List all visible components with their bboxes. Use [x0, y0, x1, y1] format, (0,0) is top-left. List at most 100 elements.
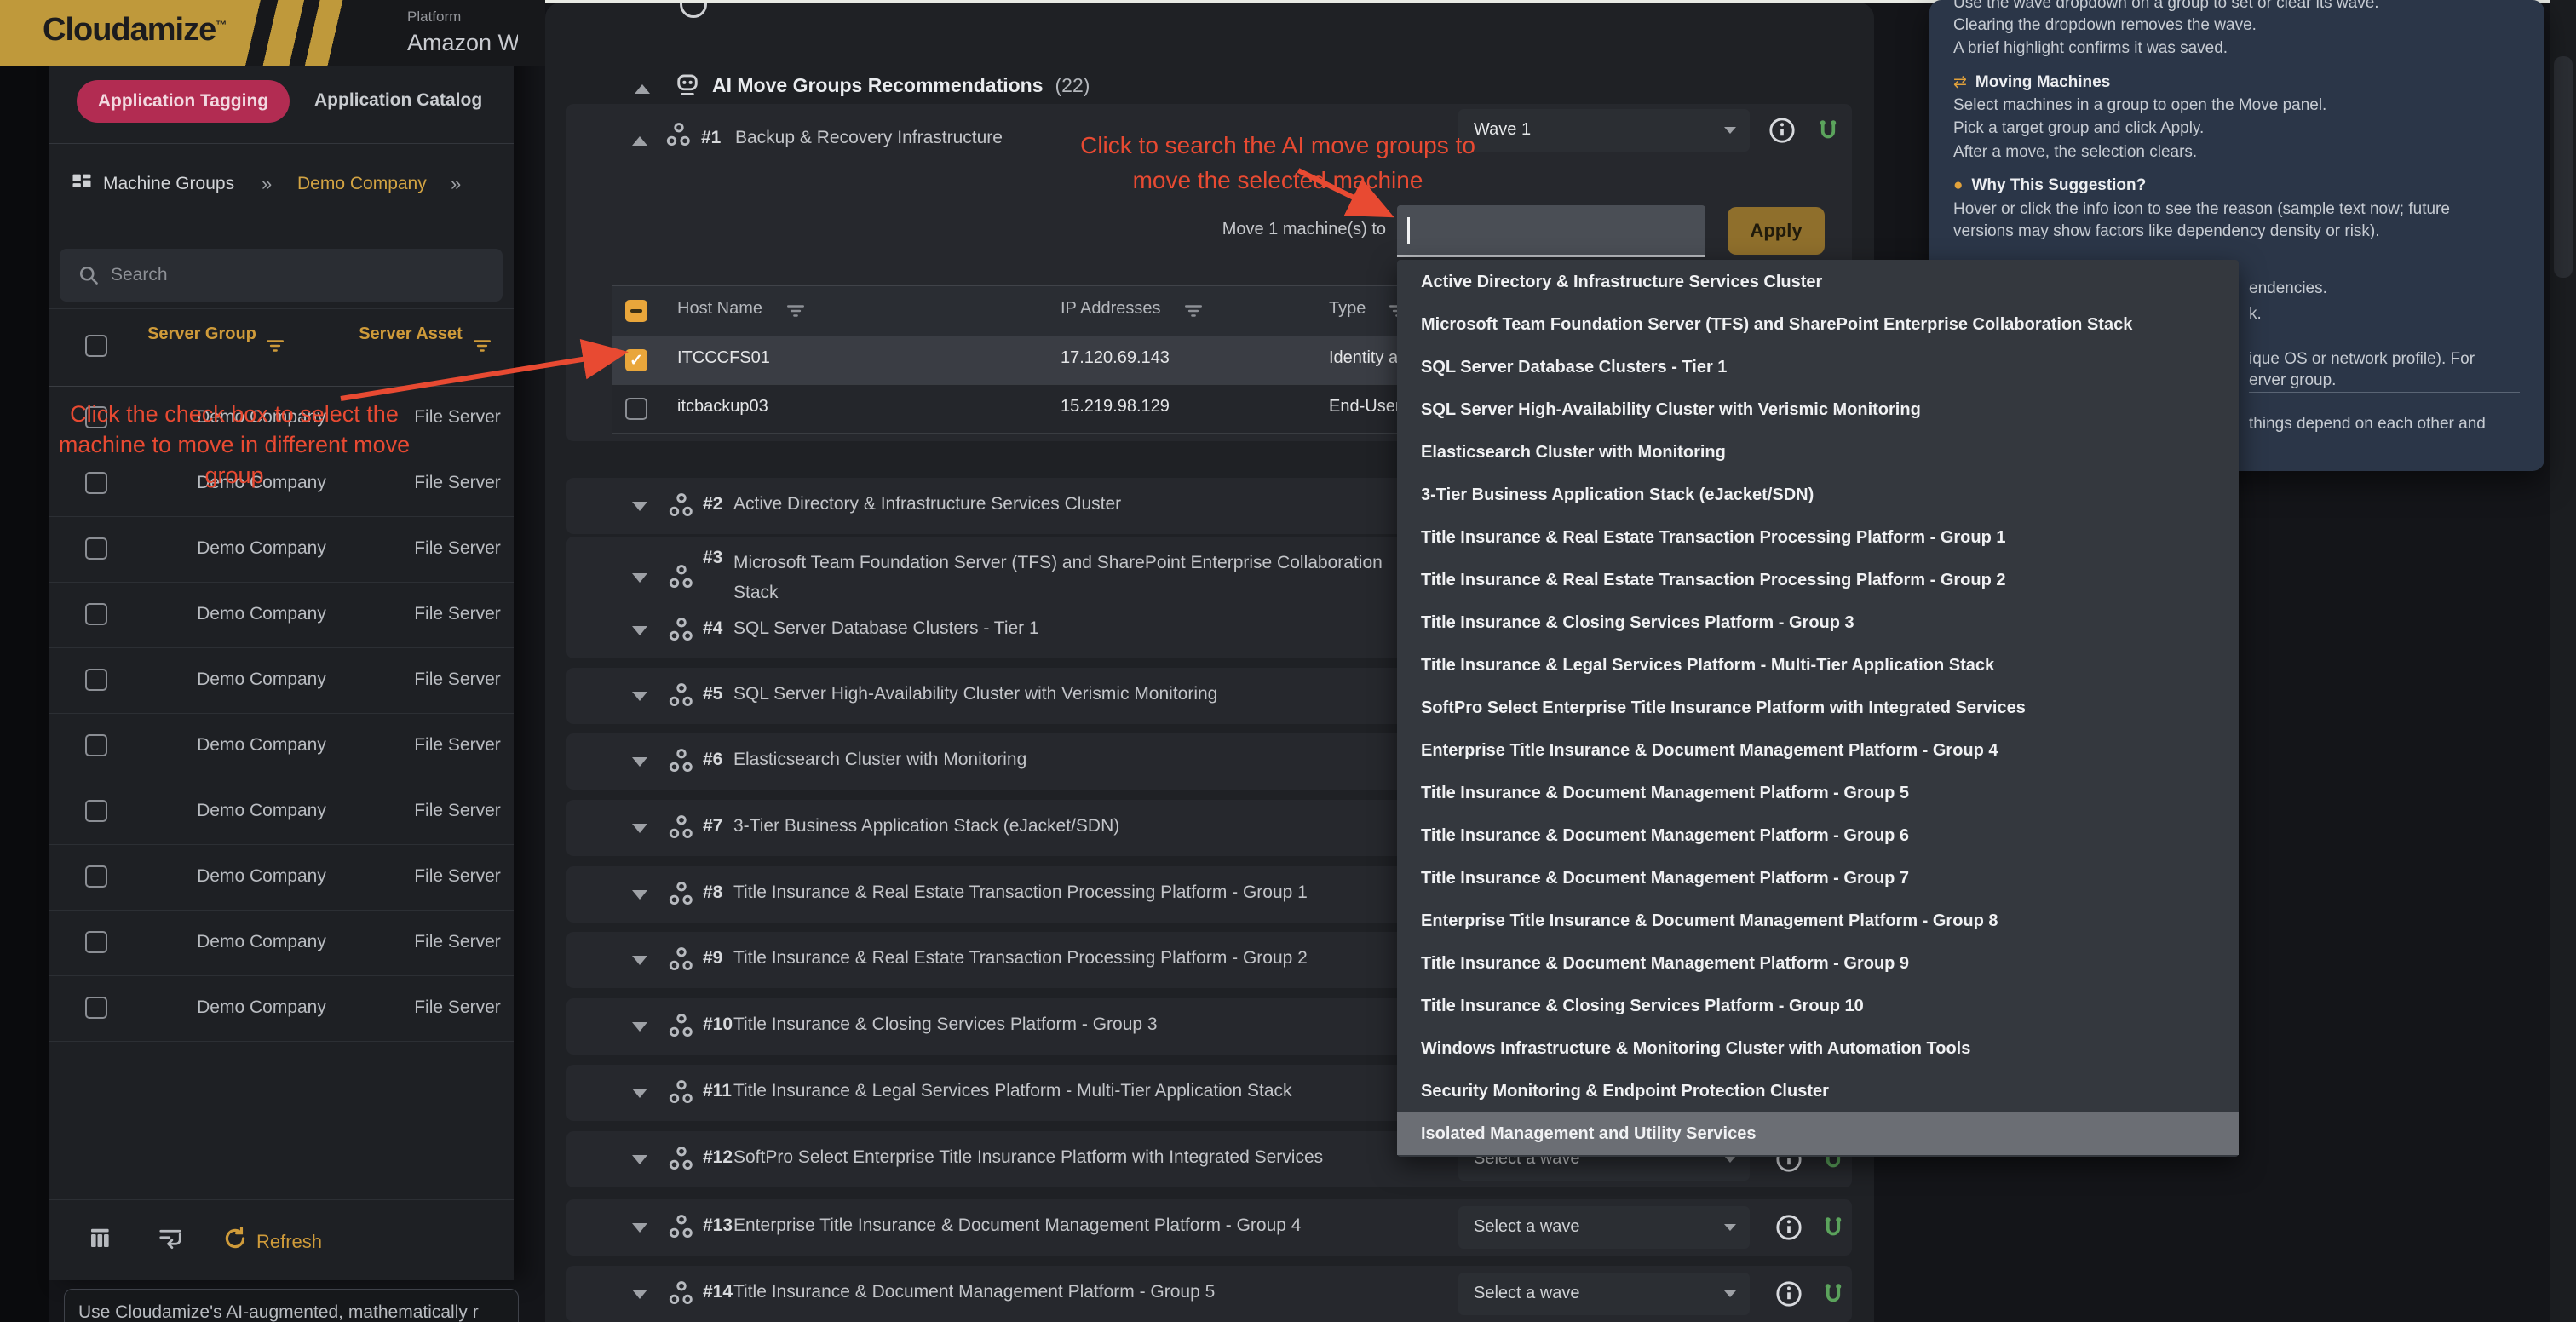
table-row[interactable]: Demo Company File Server: [49, 713, 514, 779]
swap-wave-icon[interactable]: [1820, 1281, 1846, 1311]
wave-select[interactable]: Select a wave: [1458, 1273, 1750, 1315]
row-checkbox[interactable]: [85, 800, 107, 822]
group-number: #5: [703, 684, 722, 704]
group-number: #4: [703, 618, 722, 639]
dropdown-option[interactable]: Title Insurance & Closing Services Platf…: [1397, 601, 2239, 644]
cell-server-asset: File Server: [389, 538, 526, 559]
expand-icon[interactable]: [632, 1155, 647, 1164]
row-checkbox[interactable]: [625, 398, 647, 420]
expand-icon[interactable]: [632, 824, 647, 833]
swap-wave-icon-group-1[interactable]: [1815, 118, 1841, 147]
column-host-name[interactable]: Host Name: [677, 299, 762, 319]
info-icon[interactable]: [1774, 1279, 1803, 1313]
columns-icon[interactable]: [87, 1226, 112, 1256]
collapse-icon-ai-groups[interactable]: [635, 84, 650, 94]
dropdown-option[interactable]: Title Insurance & Legal Services Platfor…: [1397, 644, 2239, 687]
dropdown-option[interactable]: 3-Tier Business Application Stack (eJack…: [1397, 474, 2239, 516]
dropdown-option[interactable]: Enterprise Title Insurance & Document Ma…: [1397, 900, 2239, 942]
apply-button-label: Apply: [1750, 220, 1802, 242]
dropdown-option[interactable]: Title Insurance & Closing Services Platf…: [1397, 985, 2239, 1027]
dropdown-option[interactable]: Title Insurance & Document Management Pl…: [1397, 942, 2239, 985]
breadcrumb-machine-groups[interactable]: Machine Groups: [103, 174, 234, 194]
row-checkbox[interactable]: [85, 997, 107, 1019]
dropdown-option[interactable]: SoftPro Select Enterprise Title Insuranc…: [1397, 687, 2239, 729]
expand-icon[interactable]: [632, 502, 647, 511]
expand-icon[interactable]: [632, 1022, 647, 1032]
dropdown-option[interactable]: Active Directory & Infrastructure Servic…: [1397, 261, 2239, 303]
column-ip-addresses[interactable]: IP Addresses: [1061, 299, 1160, 319]
dropdown-option[interactable]: Windows Infrastructure & Monitoring Clus…: [1397, 1027, 2239, 1070]
wave-select[interactable]: Select a wave: [1458, 1206, 1750, 1249]
dropdown-option-highlighted[interactable]: Isolated Management and Utility Services: [1397, 1112, 2239, 1155]
dropdown-option[interactable]: Title Insurance & Real Estate Transactio…: [1397, 516, 2239, 559]
expand-icon[interactable]: [632, 890, 647, 900]
row-checkbox[interactable]: [85, 734, 107, 756]
tab-application-catalog[interactable]: Application Catalog: [314, 90, 482, 111]
tab-application-tagging[interactable]: Application Tagging: [77, 80, 290, 123]
dropdown-option[interactable]: SQL Server High-Availability Cluster wit…: [1397, 388, 2239, 431]
move-group-row[interactable]: #13 Enterprise Title Insurance & Documen…: [566, 1199, 1852, 1256]
cluster-icon: [667, 563, 696, 596]
table-row[interactable]: Demo Company File Server: [49, 910, 514, 976]
cell-server-group: Demo Company: [176, 866, 347, 887]
table-row[interactable]: Demo Company File Server: [49, 516, 514, 583]
table-row[interactable]: Demo Company File Server: [49, 582, 514, 648]
expand-icon[interactable]: [632, 1089, 647, 1098]
expand-icon[interactable]: [632, 1223, 647, 1233]
expand-icon[interactable]: [632, 573, 647, 583]
swap-arrows-icon: ⇄: [1953, 73, 1967, 91]
expand-icon[interactable]: [632, 626, 647, 635]
platform-block: Platform Amazon We: [407, 9, 518, 56]
row-checkbox[interactable]: [85, 537, 107, 560]
filter-icon-server-asset[interactable]: [473, 338, 492, 358]
column-server-group[interactable]: Server Group: [142, 323, 262, 346]
table-row[interactable]: Demo Company File Server: [49, 844, 514, 911]
expand-icon[interactable]: [632, 692, 647, 701]
dropdown-option[interactable]: Title Insurance & Real Estate Transactio…: [1397, 559, 2239, 601]
info-icon-group-1[interactable]: [1768, 116, 1797, 149]
filter-icon-host-name[interactable]: [786, 303, 805, 323]
expand-icon[interactable]: [632, 1290, 647, 1299]
platform-label: Platform: [407, 9, 518, 26]
move-target-dropdown: Active Directory & Infrastructure Servic…: [1397, 260, 2239, 1157]
header-checkbox-indeterminate[interactable]: [625, 300, 647, 322]
column-type[interactable]: Type: [1329, 299, 1366, 319]
sidebar-search[interactable]: [60, 249, 503, 302]
dropdown-option[interactable]: Microsoft Team Foundation Server (TFS) a…: [1397, 303, 2239, 346]
info-icon[interactable]: [1774, 1213, 1803, 1246]
move-group-row[interactable]: #14 Title Insurance & Document Managemen…: [566, 1266, 1852, 1322]
column-server-asset[interactable]: Server Asset: [351, 323, 470, 346]
select-all-checkbox[interactable]: [85, 335, 107, 357]
apply-button[interactable]: Apply: [1728, 207, 1825, 255]
filter-icon-server-group[interactable]: [266, 338, 285, 358]
dropdown-option[interactable]: SQL Server Database Clusters - Tier 1: [1397, 346, 2239, 388]
refresh-icon[interactable]: [221, 1225, 249, 1256]
row-checkbox[interactable]: [85, 865, 107, 888]
row-checkbox[interactable]: [85, 931, 107, 953]
move-target-search-input[interactable]: [1397, 205, 1705, 257]
move-to-group-icon[interactable]: [158, 1226, 183, 1256]
dropdown-option[interactable]: Title Insurance & Document Management Pl…: [1397, 857, 2239, 900]
expand-icon[interactable]: [632, 956, 647, 965]
search-input[interactable]: [109, 256, 487, 295]
breadcrumb-demo-company[interactable]: Demo Company: [297, 174, 427, 194]
page-scrollbar[interactable]: [2550, 0, 2576, 1322]
swap-wave-icon[interactable]: [1820, 1215, 1846, 1244]
dropdown-option[interactable]: Security Monitoring & Endpoint Protectio…: [1397, 1070, 2239, 1112]
collapse-icon-group-1[interactable]: [632, 136, 647, 146]
table-row[interactable]: Demo Company File Server: [49, 647, 514, 714]
row-checkbox[interactable]: [85, 669, 107, 691]
row-checkbox[interactable]: [85, 603, 107, 625]
scrollbar-thumb[interactable]: [2554, 56, 2573, 278]
dropdown-option[interactable]: Title Insurance & Document Management Pl…: [1397, 814, 2239, 857]
dropdown-option[interactable]: Title Insurance & Document Management Pl…: [1397, 772, 2239, 814]
table-row[interactable]: Demo Company File Server: [49, 975, 514, 1042]
dropdown-option[interactable]: Elasticsearch Cluster with Monitoring: [1397, 431, 2239, 474]
expand-icon[interactable]: [632, 757, 647, 767]
row-checkbox-checked[interactable]: ✓: [625, 349, 647, 371]
table-row[interactable]: Demo Company File Server: [49, 779, 514, 845]
refresh-button[interactable]: Refresh: [256, 1231, 322, 1253]
dropdown-option[interactable]: Enterprise Title Insurance & Document Ma…: [1397, 729, 2239, 772]
filter-icon-ip[interactable]: [1184, 303, 1203, 323]
annotation-select-checkbox: Click the check box to select the machin…: [47, 399, 422, 491]
